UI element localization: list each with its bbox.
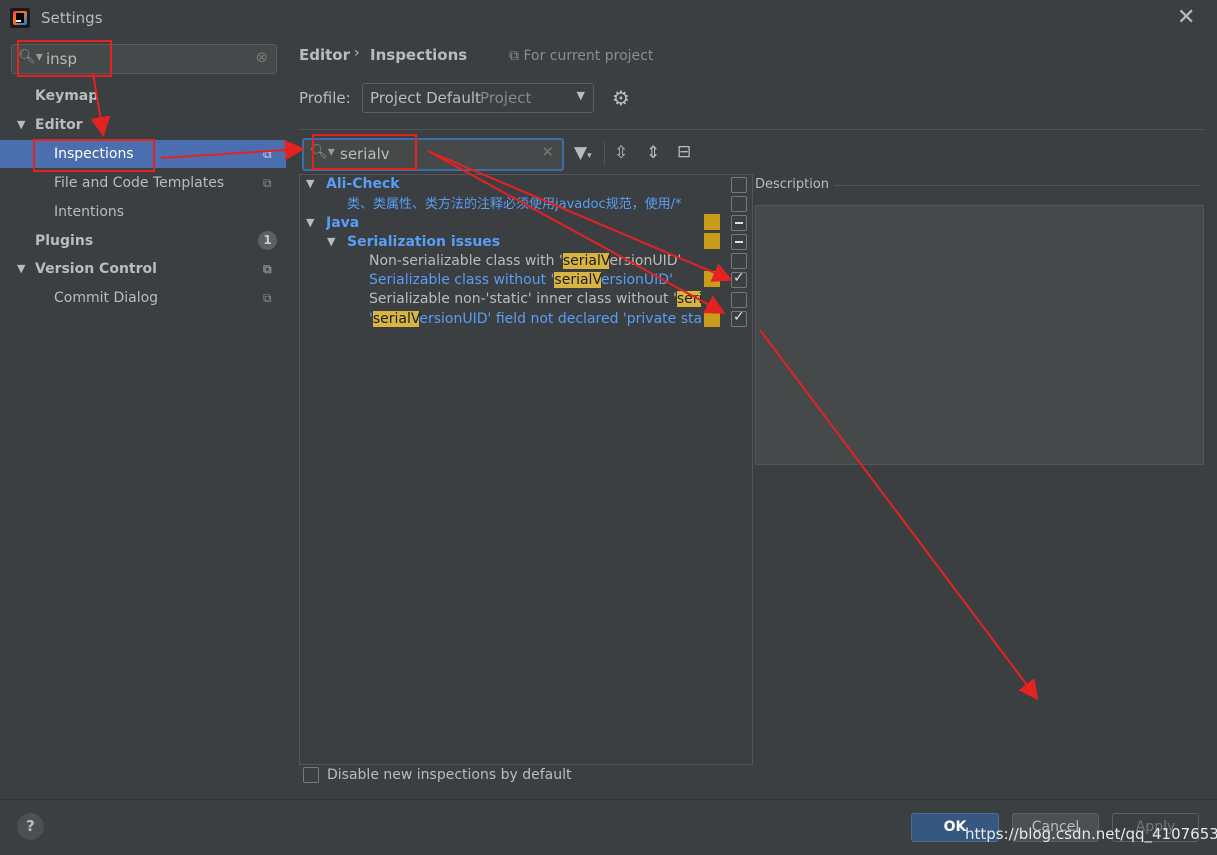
reset-icon[interactable]: ⊟ [677, 142, 691, 162]
severity-warning-icon [704, 271, 720, 287]
project-scope-icon: ⧉ [263, 262, 272, 276]
sidebar-item-intentions[interactable]: Intentions [0, 198, 286, 226]
filter-icon[interactable]: ▼▾ [574, 143, 592, 163]
annotation-box-serialv [312, 134, 417, 170]
inspection-item[interactable]: 'serialVersionUID' field not declared 'p… [369, 310, 701, 329]
profile-label: Profile: [299, 89, 351, 107]
profile-value: Project Default [370, 89, 481, 107]
inspection-text: ersionUID' [600, 272, 673, 288]
severity-warning-icon [704, 233, 720, 249]
description-title: Description [755, 177, 830, 192]
inspection-text: ersionUID' [609, 253, 682, 269]
sidebar-item-commit-dialog[interactable]: Commit Dialog ⧉ [0, 284, 286, 312]
annotation-box-inspections [33, 139, 155, 172]
expand-triangle-icon[interactable]: ▼ [17, 255, 25, 283]
breadcrumb-separator: › [354, 45, 360, 61]
breadcrumb-parent[interactable]: Editor [299, 46, 350, 64]
sidebar-item-version-control[interactable]: ▼ Version Control ⧉ [0, 255, 286, 283]
disable-new-inspections-checkbox[interactable] [303, 767, 319, 783]
inspection-item-checkbox[interactable] [731, 309, 747, 327]
inspection-item-checkbox[interactable] [731, 270, 747, 288]
sidebar-item-label: Intentions [54, 204, 125, 220]
sidebar-item-label: Version Control [35, 261, 157, 277]
inspection-item[interactable]: Serializable class without 'serialVersio… [369, 271, 699, 290]
header-divider [299, 129, 1204, 130]
collapse-all-icon[interactable]: ⇕ [646, 143, 660, 163]
group-ali-check[interactable]: Ali-Check [326, 175, 400, 194]
inspection-text: Serializable class without ' [369, 272, 555, 288]
group-ali-check-checkbox[interactable] [731, 177, 747, 193]
gear-icon[interactable]: ⚙ [612, 86, 630, 110]
sidebar-item-label: File and Code Templates [54, 175, 225, 191]
disable-new-inspections-label[interactable]: Disable new inspections by default [327, 767, 571, 783]
annotation-box-search [17, 40, 112, 77]
sidebar-item-file-code-templates[interactable]: File and Code Templates ⧉ [0, 169, 286, 197]
sidebar-item-label: Plugins [35, 233, 94, 249]
project-scope-icon: ⧉ [509, 48, 524, 64]
inspection-item-checkbox[interactable] [731, 253, 747, 269]
project-scope-icon: ⧉ [263, 291, 272, 305]
plugins-update-badge: 1 [258, 231, 277, 250]
expand-triangle-icon[interactable]: ▼ [306, 177, 314, 190]
sidebar-item-keymap[interactable]: Keymap [0, 82, 286, 110]
sidebar-item-label: Editor [35, 117, 83, 133]
scope-note-text: For current project [523, 48, 654, 64]
inspection-item[interactable]: Serializable non-'static' inner class wi… [369, 290, 701, 309]
expand-triangle-icon[interactable]: ▼ [17, 111, 25, 139]
footer-divider [0, 799, 1217, 800]
scope-note: ⧉ For current project [509, 48, 653, 64]
expand-triangle-icon[interactable]: ▼ [327, 235, 335, 248]
chevron-down-icon: ▼ [576, 89, 585, 102]
sidebar-item-label: Keymap [35, 88, 99, 104]
ali-check-item[interactable]: 类、类属性、类方法的注释必须使用javadoc规范，使用/* [347, 195, 701, 214]
watermark: https://blog.csdn.net/qq_41076531 [965, 825, 1217, 843]
severity-warning-icon [704, 214, 720, 230]
project-scope-icon: ⧉ [263, 147, 272, 161]
search-highlight: serialV [554, 272, 601, 288]
toolbar-divider [604, 141, 605, 165]
sidebar-item-plugins[interactable]: Plugins 1 [0, 227, 286, 255]
clear-search-icon[interactable]: ⊗ [255, 48, 268, 66]
profile-dropdown[interactable]: Project Default Project ▼ [362, 83, 594, 113]
expand-all-icon[interactable]: ⇳ [614, 143, 628, 163]
inspection-item-checkbox[interactable] [731, 292, 747, 308]
group-serialization-checkbox[interactable] [731, 234, 747, 250]
clear-search-icon[interactable]: ✕ [541, 143, 554, 161]
close-icon[interactable]: ✕ [1177, 5, 1195, 30]
search-highlight: serialV [562, 253, 610, 269]
profile-scope: Project [480, 89, 532, 107]
window-title: Settings [41, 9, 103, 27]
severity-warning-icon [704, 311, 720, 327]
inspection-text: Non-serializable class with ' [369, 253, 563, 269]
title-bar [0, 0, 1217, 36]
description-panel [755, 205, 1204, 465]
inspection-text: Serializable non-'static' inner class wi… [369, 291, 677, 307]
inspection-text: ersionUID' field not declared 'private s… [419, 311, 701, 327]
group-serialization-issues[interactable]: Serialization issues [347, 233, 500, 252]
sidebar-item-editor[interactable]: ▼ Editor [0, 111, 286, 139]
description-divider [834, 185, 1201, 186]
group-java-checkbox[interactable] [731, 215, 747, 231]
ali-check-item-checkbox[interactable] [731, 196, 747, 212]
breadcrumb-current: Inspections [370, 46, 468, 64]
group-java[interactable]: Java [326, 214, 359, 233]
project-scope-icon: ⧉ [263, 176, 272, 190]
search-highlight: serial [676, 291, 701, 307]
intellij-app-icon [10, 8, 30, 28]
sidebar-item-label: Commit Dialog [54, 290, 159, 306]
search-highlight: serialV [372, 311, 420, 327]
inspection-item[interactable]: Non-serializable class with 'serialVersi… [369, 252, 699, 271]
help-button[interactable]: ? [17, 813, 44, 840]
expand-triangle-icon[interactable]: ▼ [306, 216, 314, 229]
